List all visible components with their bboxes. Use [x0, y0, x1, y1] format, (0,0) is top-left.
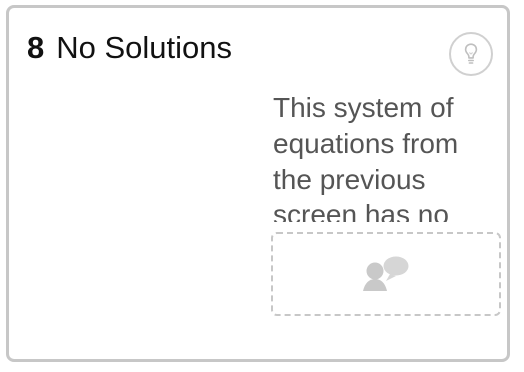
lightbulb-icon — [462, 42, 480, 66]
prompt-area: This system of equations from the previo… — [273, 90, 493, 222]
card-title: No Solutions — [56, 30, 233, 65]
prompt-text: This system of equations from the previo… — [273, 92, 459, 222]
response-area[interactable] — [271, 232, 501, 316]
discussion-bubble-icon — [355, 251, 417, 297]
card-number: 8 — [27, 30, 45, 65]
hint-button[interactable] — [449, 32, 493, 76]
card-header: 8 No Solutions — [27, 32, 232, 63]
activity-card: 8 No Solutions This system of equations … — [6, 5, 510, 362]
